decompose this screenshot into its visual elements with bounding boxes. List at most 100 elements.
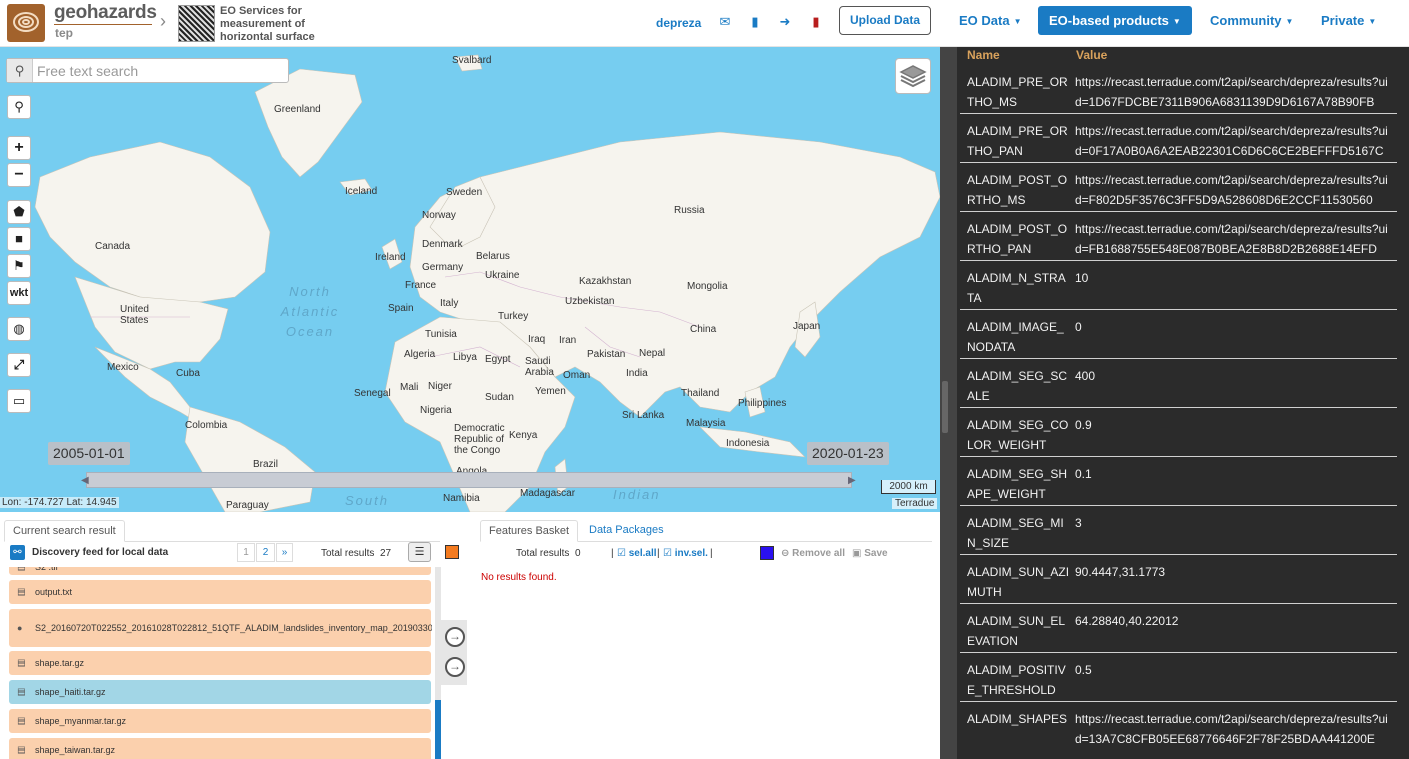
result-item[interactable]: ▤ S2 .tif bbox=[9, 567, 431, 575]
check-square-icon: ☑ bbox=[617, 548, 626, 559]
tab-features-basket[interactable]: Features Basket bbox=[480, 520, 579, 542]
map-label-indonesia: Indonesia bbox=[726, 438, 770, 449]
draw-rectangle-button[interactable]: ■ bbox=[7, 227, 31, 251]
zoom-out-button[interactable]: − bbox=[7, 163, 31, 187]
results-tabbar: Current search result bbox=[4, 520, 440, 542]
page-1-button[interactable]: 1 bbox=[237, 543, 255, 562]
tab-current-search-result[interactable]: Current search result bbox=[4, 520, 125, 542]
list-icon: ☰ bbox=[414, 546, 425, 558]
property-name: ALADIM_SEG_COLOR_WEIGHT bbox=[967, 418, 1069, 452]
map-attribution[interactable]: Terradue bbox=[892, 498, 938, 509]
result-item[interactable]: ▤ shape.tar.gz bbox=[9, 651, 431, 675]
result-item[interactable]: ▤ shape_haiti.tar.gz bbox=[9, 680, 431, 704]
result-item[interactable]: ▤ shape_taiwan.tar.gz bbox=[9, 738, 431, 759]
property-value: 400 bbox=[1075, 369, 1096, 383]
save-button[interactable]: ▣ Save bbox=[852, 548, 888, 559]
map-label-japan: Japan bbox=[793, 321, 821, 332]
time-start-handle[interactable]: ◀ bbox=[81, 475, 89, 486]
map-label-turkey: Turkey bbox=[498, 311, 529, 322]
property-name: ALADIM_SEG_SHAPE_WEIGHT bbox=[967, 467, 1068, 501]
sign-out-icon[interactable]: ➜ bbox=[777, 14, 793, 30]
scrollbar-thumb[interactable] bbox=[942, 381, 948, 433]
list-view-button[interactable]: ☰ bbox=[408, 542, 431, 562]
map-label-kenya: Kenya bbox=[509, 430, 538, 441]
property-name: ALADIM_PRE_ORTHO_MS bbox=[967, 75, 1068, 109]
geohazards-logo[interactable] bbox=[7, 4, 45, 42]
map-label-sudan: Sudan bbox=[485, 392, 514, 403]
next-page-button[interactable]: » bbox=[276, 543, 293, 562]
time-end-handle[interactable]: ▶ bbox=[848, 475, 856, 486]
basket-color-swatch[interactable] bbox=[760, 546, 774, 560]
draw-polygon-button[interactable]: ⬟ bbox=[7, 200, 31, 224]
nav-eo-data[interactable]: EO Data ▼ bbox=[959, 6, 1022, 35]
caret-down-icon: ▼ bbox=[1368, 17, 1377, 27]
select-all-label: sel.all bbox=[628, 548, 657, 559]
separator: | bbox=[710, 548, 713, 559]
file-icon: ▤ bbox=[17, 686, 26, 697]
file-icon: ▤ bbox=[17, 715, 26, 726]
check-square-icon: ☑ bbox=[663, 548, 672, 559]
username-link[interactable]: depreza bbox=[656, 16, 701, 30]
ruler-icon: ▭ bbox=[12, 393, 26, 408]
map-label-italy: Italy bbox=[440, 298, 459, 309]
measure-button[interactable]: ▭ bbox=[7, 389, 31, 413]
free-text-search-input[interactable] bbox=[37, 61, 285, 80]
result-item-name: output.txt bbox=[35, 587, 73, 597]
nav-private[interactable]: Private ▼ bbox=[1321, 6, 1376, 35]
page-2-button[interactable]: 2 bbox=[256, 543, 275, 562]
move-to-basket-button[interactable]: → bbox=[445, 627, 465, 647]
globe-icon: ● bbox=[17, 623, 23, 633]
property-row: ALADIM_N_STRATA 10 bbox=[960, 261, 1397, 310]
scrollbar-thumb[interactable] bbox=[435, 700, 441, 759]
result-item[interactable]: ▤ shape_myanmar.tar.gz bbox=[9, 709, 431, 733]
book-icon[interactable]: ▮ bbox=[747, 14, 763, 30]
property-row: ALADIM_SEG_SHAPE_WEIGHT 0.1 bbox=[960, 457, 1397, 506]
property-name: ALADIM_IMAGE_NODATA bbox=[967, 320, 1064, 354]
globe-search-button[interactable]: ◍ bbox=[7, 317, 31, 341]
nav-eo-products-label: EO-based products bbox=[1049, 13, 1169, 28]
map-scale: 2000 km bbox=[881, 480, 936, 494]
layers-button[interactable] bbox=[895, 58, 931, 94]
nav-community-label: Community bbox=[1210, 13, 1282, 28]
results-total-count: 27 bbox=[380, 548, 392, 559]
nav-community[interactable]: Community ▼ bbox=[1210, 6, 1293, 35]
wkt-button[interactable]: wkt bbox=[7, 281, 31, 305]
square-icon: ■ bbox=[15, 231, 23, 246]
result-item[interactable]: ▤ output.txt bbox=[9, 580, 431, 604]
map-label-north-atlantic: North Atlantic Ocean bbox=[280, 284, 340, 339]
remove-all-button[interactable]: ⊖ Remove all bbox=[781, 548, 845, 559]
property-value: 10 bbox=[1075, 271, 1089, 285]
select-all-button[interactable]: ☑ sel.all bbox=[617, 548, 657, 559]
nav-private-label: Private bbox=[1321, 13, 1365, 28]
map-label-mexico: Mexico bbox=[107, 362, 139, 373]
coordinates-readout: Lon: -174.727 Lat: 14.945 bbox=[0, 497, 119, 508]
move-all-to-basket-button[interactable]: → bbox=[445, 657, 465, 677]
results-color-swatch[interactable] bbox=[445, 545, 459, 559]
map-label-colombia: Colombia bbox=[185, 420, 228, 431]
draw-point-button[interactable]: ⚑ bbox=[7, 254, 31, 278]
upload-data-button[interactable]: Upload Data bbox=[839, 6, 931, 35]
nav-eo-based-products[interactable]: EO-based products ▼ bbox=[1038, 6, 1192, 35]
zoom-search-button[interactable]: ⚲ bbox=[7, 95, 31, 119]
fullscreen-button[interactable]: ⤢ bbox=[7, 353, 31, 377]
no-results-message: No results found. bbox=[481, 572, 557, 583]
world-map[interactable]: Svalbard Greenland Iceland Sweden Norway… bbox=[0, 47, 940, 512]
invert-selection-button[interactable]: ☑ inv.sel. bbox=[663, 548, 708, 559]
invert-selection-label: inv.sel. bbox=[674, 548, 708, 559]
envelope-icon[interactable]: ✉ bbox=[717, 14, 733, 30]
map-label-norway: Norway bbox=[422, 210, 456, 221]
time-range-slider[interactable] bbox=[86, 472, 852, 488]
map-label-brazil: Brazil bbox=[253, 459, 279, 470]
properties-scrollbar[interactable] bbox=[940, 47, 957, 759]
zoom-in-button[interactable]: + bbox=[7, 136, 31, 160]
result-item[interactable]: ● S2_20160720T022552_20161028T022812_51QT… bbox=[9, 609, 432, 647]
brand-underline bbox=[54, 24, 152, 25]
brand-name[interactable]: geohazards bbox=[54, 2, 157, 24]
property-row: ALADIM_POSITIVE_THRESHOLD 0.5 bbox=[960, 653, 1397, 702]
manual-book-icon[interactable]: ▮ bbox=[808, 14, 824, 30]
time-end-label: 2020-01-23 bbox=[807, 442, 889, 465]
share-icon[interactable]: ⚯ bbox=[10, 545, 25, 560]
service-title[interactable]: EO Services for measurement of horizonta… bbox=[220, 5, 330, 44]
tab-data-packages[interactable]: Data Packages bbox=[581, 520, 672, 542]
search-icon[interactable]: ⚲ bbox=[7, 59, 33, 82]
